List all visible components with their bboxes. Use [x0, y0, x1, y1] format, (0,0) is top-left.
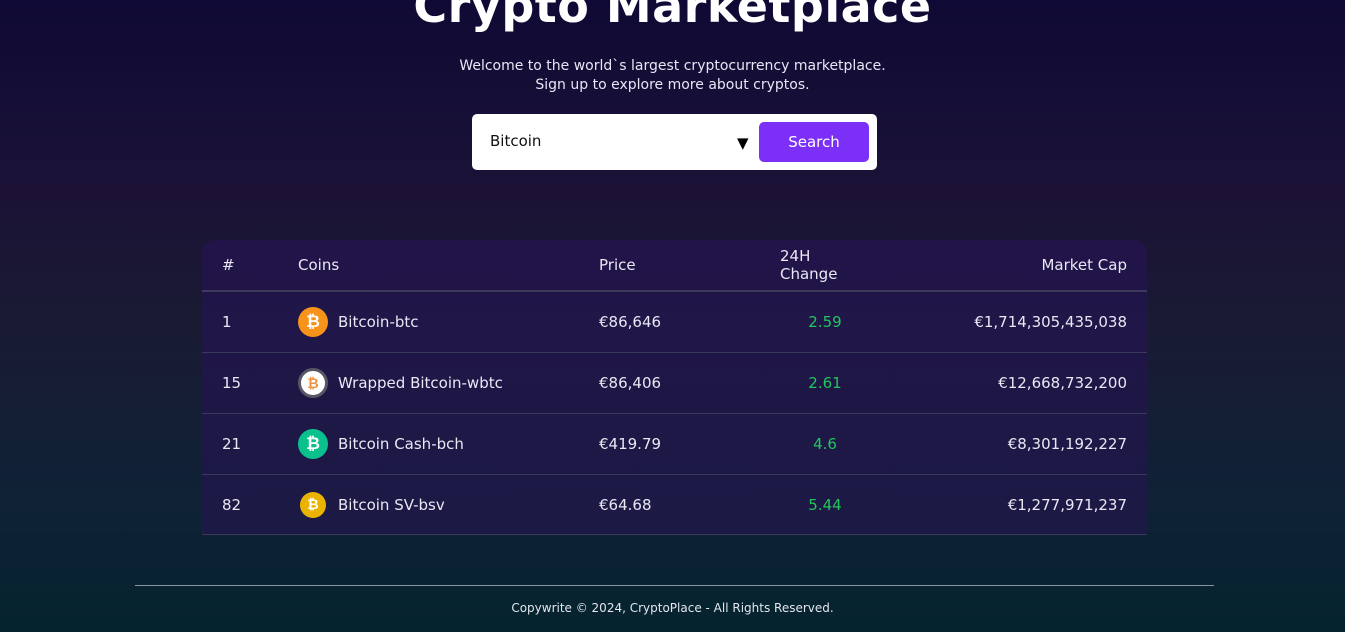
row-price: €419.79: [599, 435, 662, 453]
search-input[interactable]: Bitcoin: [490, 132, 541, 150]
table-row[interactable]: 82 ₿ Bitcoin SV-bsv €64.68 5.44 €1,277,9…: [202, 474, 1147, 535]
row-rank: 21: [222, 435, 242, 453]
row-market-cap: €8,301,192,227: [1007, 435, 1127, 453]
row-market-cap: €1,714,305,435,038: [974, 313, 1127, 331]
bitcoin-cash-icon: ₿: [298, 429, 328, 459]
row-coin: ₿ Bitcoin-btc: [298, 292, 419, 352]
coin-name: Bitcoin-btc: [338, 313, 419, 331]
hero-title: Crypto Marketplace: [413, 0, 932, 33]
header-24h-change: 24H Change: [780, 247, 838, 283]
row-rank: 1: [222, 313, 232, 331]
table-row[interactable]: 21 ₿ Bitcoin Cash-bch €419.79 4.6 €8,301…: [202, 413, 1147, 474]
row-rank: 15: [222, 374, 242, 392]
coin-name: Wrapped Bitcoin-wbtc: [338, 374, 503, 392]
footer-copyright: Copywrite © 2024, CryptoPlace - All Righ…: [511, 601, 834, 615]
row-rank: 82: [222, 495, 242, 514]
row-market-cap: €1,277,971,237: [1007, 495, 1127, 514]
table-header-row: # Coins Price 24H Change Market Cap: [202, 240, 1147, 291]
row-market-cap: €12,668,732,200: [998, 374, 1127, 392]
table-row[interactable]: 15 ₿ Wrapped Bitcoin-wbtc €86,406 2.61 €…: [202, 352, 1147, 413]
row-coin: ₿ Bitcoin Cash-bch: [298, 414, 464, 474]
header-market-cap: Market Cap: [1041, 256, 1127, 274]
bitcoin-sv-icon: ₿: [300, 491, 326, 518]
hero-subtitle: Welcome to the world`s largest cryptocur…: [0, 57, 1345, 95]
row-change: 2.61: [808, 374, 842, 392]
crypto-table: # Coins Price 24H Change Market Cap 1 ₿ …: [202, 240, 1147, 535]
search-button[interactable]: Search: [759, 122, 869, 162]
bitcoin-icon: ₿: [298, 307, 328, 337]
table-row[interactable]: 1 ₿ Bitcoin-btc €86,646 2.59 €1,714,305,…: [202, 291, 1147, 352]
header-coins: Coins: [298, 256, 340, 274]
header-price: Price: [599, 256, 636, 274]
row-change: 5.44: [808, 495, 842, 514]
chevron-down-icon[interactable]: ▼: [737, 134, 749, 152]
row-change: 2.59: [808, 313, 842, 331]
row-coin: ₿ Bitcoin SV-bsv: [298, 475, 445, 534]
hero-subtitle-line1: Welcome to the world`s largest cryptocur…: [459, 58, 886, 74]
header-rank: #: [222, 256, 235, 274]
wrapped-bitcoin-icon: ₿: [298, 368, 328, 398]
row-price: €86,406: [599, 374, 662, 392]
footer-divider: [135, 585, 1214, 586]
coin-name: Bitcoin Cash-bch: [338, 435, 464, 453]
row-coin: ₿ Wrapped Bitcoin-wbtc: [298, 353, 503, 413]
coin-name: Bitcoin SV-bsv: [338, 495, 445, 514]
row-change: 4.6: [813, 435, 837, 453]
row-price: €86,646: [599, 313, 662, 331]
hero-subtitle-line2: Sign up to explore more about cryptos.: [535, 77, 810, 93]
row-price: €64.68: [599, 495, 652, 514]
